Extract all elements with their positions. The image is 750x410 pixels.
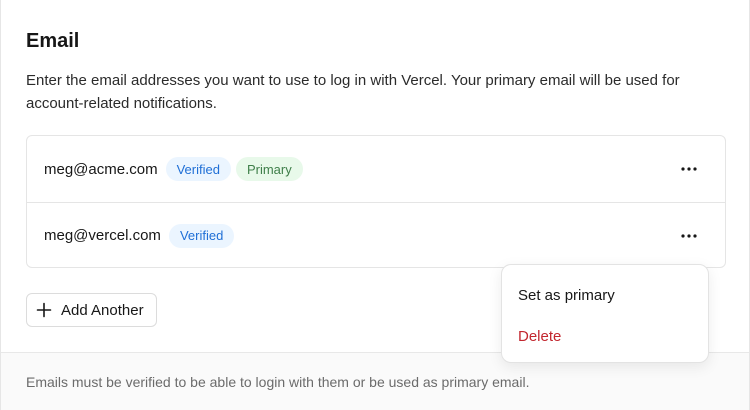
section-title: Email bbox=[26, 30, 80, 52]
primary-badge: Primary bbox=[235, 157, 303, 181]
menu-item-delete[interactable]: Delete bbox=[502, 316, 708, 357]
row-menu-button[interactable] bbox=[677, 157, 701, 181]
add-another-label: Add Another bbox=[61, 301, 144, 319]
verified-badge: Verified bbox=[165, 157, 231, 181]
more-horizontal-icon bbox=[681, 233, 697, 238]
email-list: meg@acme.com Verified Primary meg@vercel… bbox=[26, 135, 726, 268]
email-address: meg@acme.com bbox=[44, 160, 158, 178]
email-actions-menu: Set as primary Delete bbox=[501, 264, 709, 363]
add-another-button[interactable]: Add Another bbox=[26, 293, 157, 327]
more-horizontal-icon bbox=[681, 167, 697, 171]
verified-badge: Verified bbox=[168, 223, 235, 248]
email-row: meg@vercel.com Verified bbox=[27, 202, 725, 268]
email-address: meg@vercel.com bbox=[44, 227, 161, 244]
email-row: meg@acme.com Verified Primary bbox=[27, 136, 725, 202]
email-settings-card: Email Enter the email addresses you want… bbox=[0, 0, 750, 410]
plus-icon bbox=[36, 302, 52, 318]
section-description: Enter the email addresses you want to us… bbox=[26, 72, 680, 112]
footer-text: Emails must be verified to be able to lo… bbox=[26, 373, 530, 390]
menu-item-set-primary[interactable]: Set as primary bbox=[502, 275, 708, 316]
row-menu-button[interactable] bbox=[677, 224, 701, 248]
